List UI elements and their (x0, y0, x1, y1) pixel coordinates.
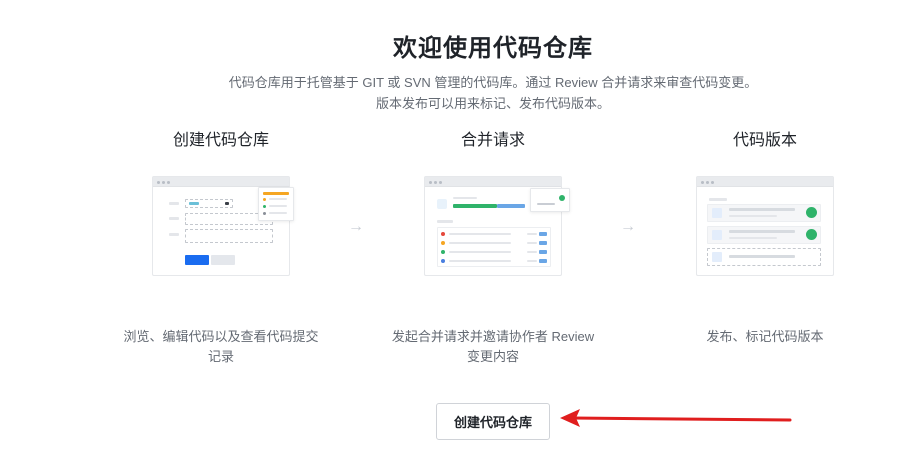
subtitle-line-1: 代码仓库用于托管基于 GIT 或 SVN 管理的代码库。通过 Review 合并… (228, 75, 758, 90)
step-create-repo-desc: 浏览、编辑代码以及查看代码提交 记录 (123, 329, 319, 364)
merge-request-illustration (424, 176, 570, 276)
page-title: 欢迎使用代码仓库 (393, 35, 593, 62)
step-arrow-icon: → (620, 218, 636, 235)
create-repo-illustration (152, 176, 294, 276)
step-code-version-desc: 发布、标记代码版本 (706, 329, 824, 344)
code-version-illustration (696, 176, 834, 276)
subtitle-line-2: 版本发布可以用来标记、发布代码版本。 (375, 96, 610, 111)
step-merge-request-title: 合并请求 (460, 132, 525, 149)
create-repo-button[interactable]: 创建代码仓库 (436, 403, 550, 440)
step-merge-request-desc: 发起合并请求并邀请协作者 Review 变更内容 (391, 329, 595, 364)
step-arrow-icon: → (348, 218, 364, 235)
page-subtitle: 代码仓库用于托管基于 GIT 或 SVN 管理的代码库。通过 Review 合并… (0, 72, 908, 114)
step-create-repo-title: 创建代码仓库 (172, 132, 269, 149)
step-code-version-title: 代码版本 (732, 132, 797, 149)
annotation-arrow-icon (560, 409, 792, 427)
